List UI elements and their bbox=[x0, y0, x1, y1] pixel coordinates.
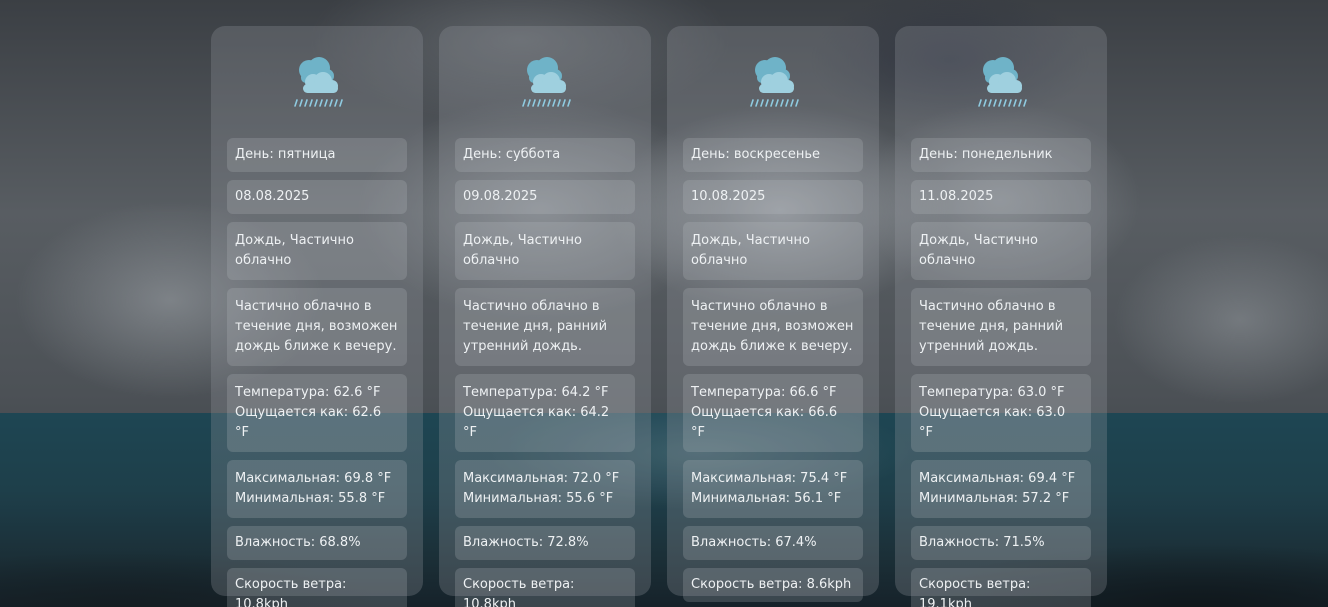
rain-cloud-icon bbox=[455, 52, 635, 116]
feels-like-value: Ощущается как: 66.6 °F bbox=[691, 405, 838, 440]
feels-like-value: Ощущается как: 63.0 °F bbox=[919, 405, 1066, 440]
date-field: 11.08.2025 bbox=[911, 180, 1091, 214]
feels-like-value: Ощущается как: 62.6 °F bbox=[235, 405, 382, 440]
rain-cloud-icon bbox=[911, 52, 1091, 116]
date-field: 09.08.2025 bbox=[455, 180, 635, 214]
rain-cloud-icon-svg bbox=[294, 57, 343, 107]
forecast-card-0: День: пятница 08.08.2025 Дождь, Частично… bbox=[211, 26, 423, 607]
condition-field: Дождь, Частично облачно bbox=[455, 222, 635, 280]
date-field: 08.08.2025 bbox=[227, 180, 407, 214]
min-max-field: Максимальная: 72.0 °F Минимальная: 55.6 … bbox=[455, 460, 635, 518]
forecast-card-2: День: воскресенье 10.08.2025 Дождь, Част… bbox=[667, 26, 879, 602]
feels-like-value: Ощущается как: 64.2 °F bbox=[463, 405, 610, 440]
min-temp-value: Минимальная: 55.6 °F bbox=[463, 491, 614, 506]
humidity-field: Влажность: 72.8% bbox=[455, 526, 635, 560]
wind-field: Скорость ветра: 19.1kph bbox=[911, 568, 1091, 607]
min-max-field: Максимальная: 69.4 °F Минимальная: 57.2 … bbox=[911, 460, 1091, 518]
wind-field: Скорость ветра: 10.8kph bbox=[227, 568, 407, 607]
temperature-field: Температура: 66.6 °F Ощущается как: 66.6… bbox=[683, 374, 863, 452]
temperature-value: Температура: 63.0 °F bbox=[919, 385, 1065, 400]
humidity-field: Влажность: 71.5% bbox=[911, 526, 1091, 560]
forecast-cards: День: пятница 08.08.2025 Дождь, Частично… bbox=[211, 26, 1107, 607]
description-field: Частично облачно в течение дня, ранний у… bbox=[455, 288, 635, 366]
condition-field: Дождь, Частично облачно bbox=[227, 222, 407, 280]
min-max-field: Максимальная: 69.8 °F Минимальная: 55.8 … bbox=[227, 460, 407, 518]
description-field: Частично облачно в течение дня, возможен… bbox=[227, 288, 407, 366]
forecast-card-3: День: понедельник 11.08.2025 Дождь, Част… bbox=[895, 26, 1107, 607]
max-temp-value: Максимальная: 69.4 °F bbox=[919, 471, 1076, 486]
date-field: 10.08.2025 bbox=[683, 180, 863, 214]
min-temp-value: Минимальная: 55.8 °F bbox=[235, 491, 386, 506]
humidity-field: Влажность: 67.4% bbox=[683, 526, 863, 560]
rain-cloud-icon-svg bbox=[522, 57, 571, 107]
humidity-field: Влажность: 68.8% bbox=[227, 526, 407, 560]
min-temp-value: Минимальная: 57.2 °F bbox=[919, 491, 1070, 506]
min-temp-value: Минимальная: 56.1 °F bbox=[691, 491, 842, 506]
temperature-value: Температура: 62.6 °F bbox=[235, 385, 381, 400]
condition-field: Дождь, Частично облачно bbox=[683, 222, 863, 280]
wind-field: Скорость ветра: 10.8kph bbox=[455, 568, 635, 607]
temperature-value: Температура: 66.6 °F bbox=[691, 385, 837, 400]
day-field: День: пятница bbox=[227, 138, 407, 172]
temperature-value: Температура: 64.2 °F bbox=[463, 385, 609, 400]
day-field: День: воскресенье bbox=[683, 138, 863, 172]
max-temp-value: Максимальная: 69.8 °F bbox=[235, 471, 392, 486]
wind-field: Скорость ветра: 8.6kph bbox=[683, 568, 863, 602]
temperature-field: Температура: 63.0 °F Ощущается как: 63.0… bbox=[911, 374, 1091, 452]
max-temp-value: Максимальная: 75.4 °F bbox=[691, 471, 848, 486]
temperature-field: Температура: 62.6 °F Ощущается как: 62.6… bbox=[227, 374, 407, 452]
description-field: Частично облачно в течение дня, возможен… bbox=[683, 288, 863, 366]
rain-cloud-icon bbox=[227, 52, 407, 116]
condition-field: Дождь, Частично облачно bbox=[911, 222, 1091, 280]
rain-cloud-icon-svg bbox=[750, 57, 799, 107]
min-max-field: Максимальная: 75.4 °F Минимальная: 56.1 … bbox=[683, 460, 863, 518]
day-field: День: понедельник bbox=[911, 138, 1091, 172]
description-field: Частично облачно в течение дня, ранний у… bbox=[911, 288, 1091, 366]
rain-cloud-icon-svg bbox=[978, 57, 1027, 107]
max-temp-value: Максимальная: 72.0 °F bbox=[463, 471, 620, 486]
day-field: День: суббота bbox=[455, 138, 635, 172]
forecast-card-1: День: суббота 09.08.2025 Дождь, Частично… bbox=[439, 26, 651, 607]
temperature-field: Температура: 64.2 °F Ощущается как: 64.2… bbox=[455, 374, 635, 452]
rain-cloud-icon bbox=[683, 52, 863, 116]
